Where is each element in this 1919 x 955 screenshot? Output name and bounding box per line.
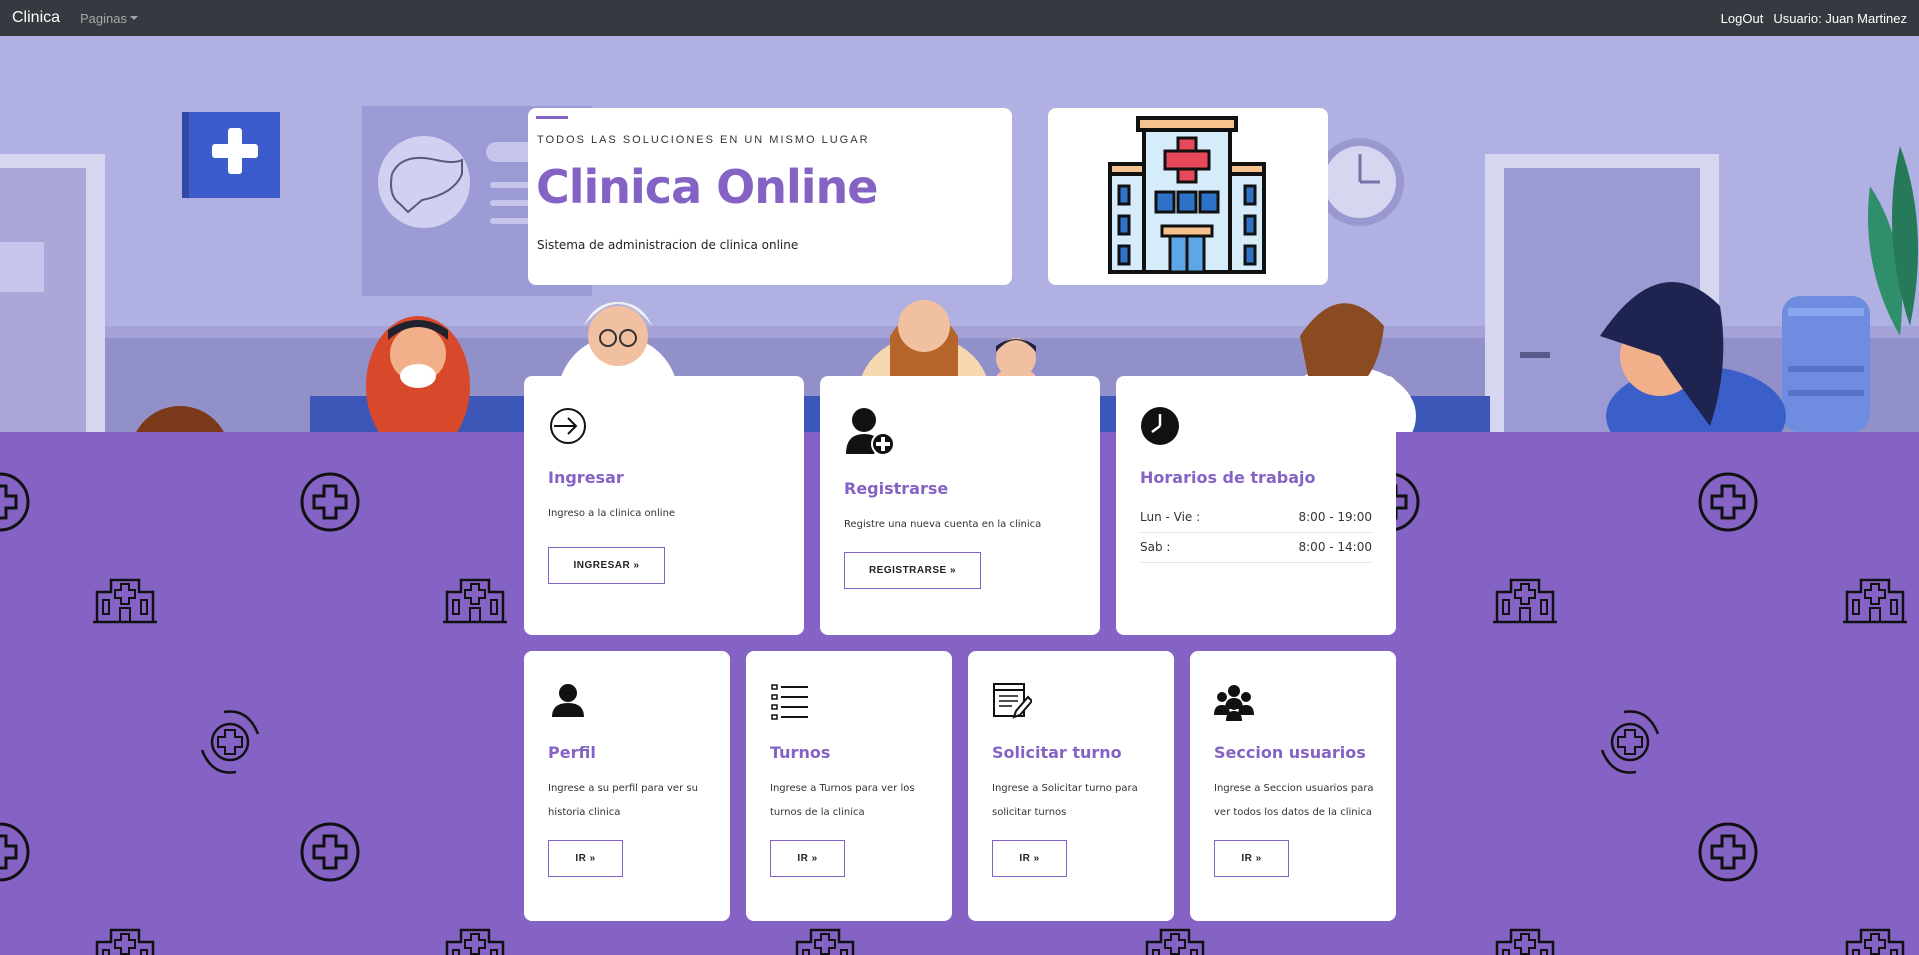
card-perfil-title: Perfil xyxy=(548,743,596,762)
card-registrarse-desc: Registre una nueva cuenta en la clinica xyxy=(844,519,1042,530)
add-user-icon xyxy=(846,408,895,456)
login-arrow-icon xyxy=(550,408,586,444)
navbar: Clinica Paginas LogOut Usuario: Juan Mar… xyxy=(0,0,1919,36)
card-solicitar-title: Solicitar turno xyxy=(992,743,1122,762)
hero-title-card: TODOS LAS SOLUCIONES EN UN MISMO LUGAR C… xyxy=(528,108,1012,285)
hours-value: 8:00 - 19:00 xyxy=(1298,510,1373,524)
user-icon xyxy=(552,684,584,717)
pages-dropdown-label: Paginas xyxy=(80,10,127,26)
hours-day-label: Sab : xyxy=(1140,540,1171,554)
navbar-right: LogOut Usuario: Juan Martinez xyxy=(1721,11,1907,26)
hours-day-label: Lun - Vie : xyxy=(1140,510,1201,524)
seccion-usuarios-button[interactable]: IR » xyxy=(1214,840,1289,877)
list-icon xyxy=(771,684,808,720)
document-edit-icon xyxy=(993,683,1032,719)
solicitar-turno-button[interactable]: IR » xyxy=(992,840,1067,877)
card-horarios: Horarios de trabajo Lun - Vie : 8:00 - 1… xyxy=(1116,376,1396,635)
perfil-button[interactable]: IR » xyxy=(548,840,623,877)
users-group-icon xyxy=(1214,685,1254,721)
card-registrarse: Registrarse Registre una nueva cuenta en… xyxy=(820,376,1100,635)
clock-icon xyxy=(1141,407,1179,445)
hours-value: 8:00 - 14:00 xyxy=(1298,540,1373,554)
hospital-building-icon xyxy=(1108,116,1266,274)
hero-eyebrow: TODOS LAS SOLUCIONES EN UN MISMO LUGAR xyxy=(537,134,870,146)
title-accent-bar xyxy=(536,116,568,119)
logout-link[interactable]: LogOut xyxy=(1721,11,1764,26)
page-subtitle: Sistema de administracion de clinica onl… xyxy=(537,238,799,252)
caret-down-icon xyxy=(130,16,138,20)
card-usuarios-title: Seccion usuarios xyxy=(1214,743,1366,762)
card-solicitar-desc-1: Ingrese a Solicitar turno para xyxy=(992,783,1138,794)
card-turnos-desc-2: turnos de la clinica xyxy=(770,807,865,818)
hours-row-saturday: Sab : 8:00 - 14:00 xyxy=(1140,540,1372,563)
card-usuarios-desc-2: ver todos los datos de la clinica xyxy=(1214,807,1373,818)
registrarse-button[interactable]: REGISTRARSE » xyxy=(844,552,981,589)
hours-row-weekdays: Lun - Vie : 8:00 - 19:00 xyxy=(1140,510,1372,533)
card-turnos-title: Turnos xyxy=(770,743,831,762)
pages-dropdown[interactable]: Paginas xyxy=(80,11,138,26)
ingresar-button[interactable]: INGRESAR » xyxy=(548,547,665,584)
card-usuarios-desc-1: Ingrese a Seccion usuarios para xyxy=(1214,783,1374,794)
page-title: Clinica Online xyxy=(536,160,878,214)
current-user-label: Usuario: Juan Martinez xyxy=(1773,10,1907,26)
card-ingresar-title: Ingresar xyxy=(548,468,624,487)
card-solicitar-desc-2: solicitar turnos xyxy=(992,807,1067,818)
brand-link[interactable]: Clinica xyxy=(12,9,60,27)
hero-illustration: TODOS LAS SOLUCIONES EN UN MISMO LUGAR C… xyxy=(0,36,1919,432)
card-turnos-desc-1: Ingrese a Turnos para ver los xyxy=(770,783,915,794)
card-perfil-desc-2: historia clinica xyxy=(548,807,621,818)
card-perfil: Perfil Ingrese a su perfil para ver su h… xyxy=(524,651,730,921)
card-seccion-usuarios: Seccion usuarios Ingrese a Seccion usuar… xyxy=(1190,651,1396,921)
card-horarios-title: Horarios de trabajo xyxy=(1140,468,1316,487)
card-registrarse-title: Registrarse xyxy=(844,479,949,498)
card-ingresar: Ingresar Ingreso a la clinica online ING… xyxy=(524,376,804,635)
card-turnos: Turnos Ingrese a Turnos para ver los tur… xyxy=(746,651,952,921)
turnos-button[interactable]: IR » xyxy=(770,840,845,877)
hospital-logo-card xyxy=(1048,108,1328,285)
card-ingresar-desc: Ingreso a la clinica online xyxy=(548,508,676,519)
card-solicitar-turno: Solicitar turno Ingrese a Solicitar turn… xyxy=(968,651,1174,921)
card-perfil-desc-1: Ingrese a su perfil para ver su xyxy=(548,783,698,794)
